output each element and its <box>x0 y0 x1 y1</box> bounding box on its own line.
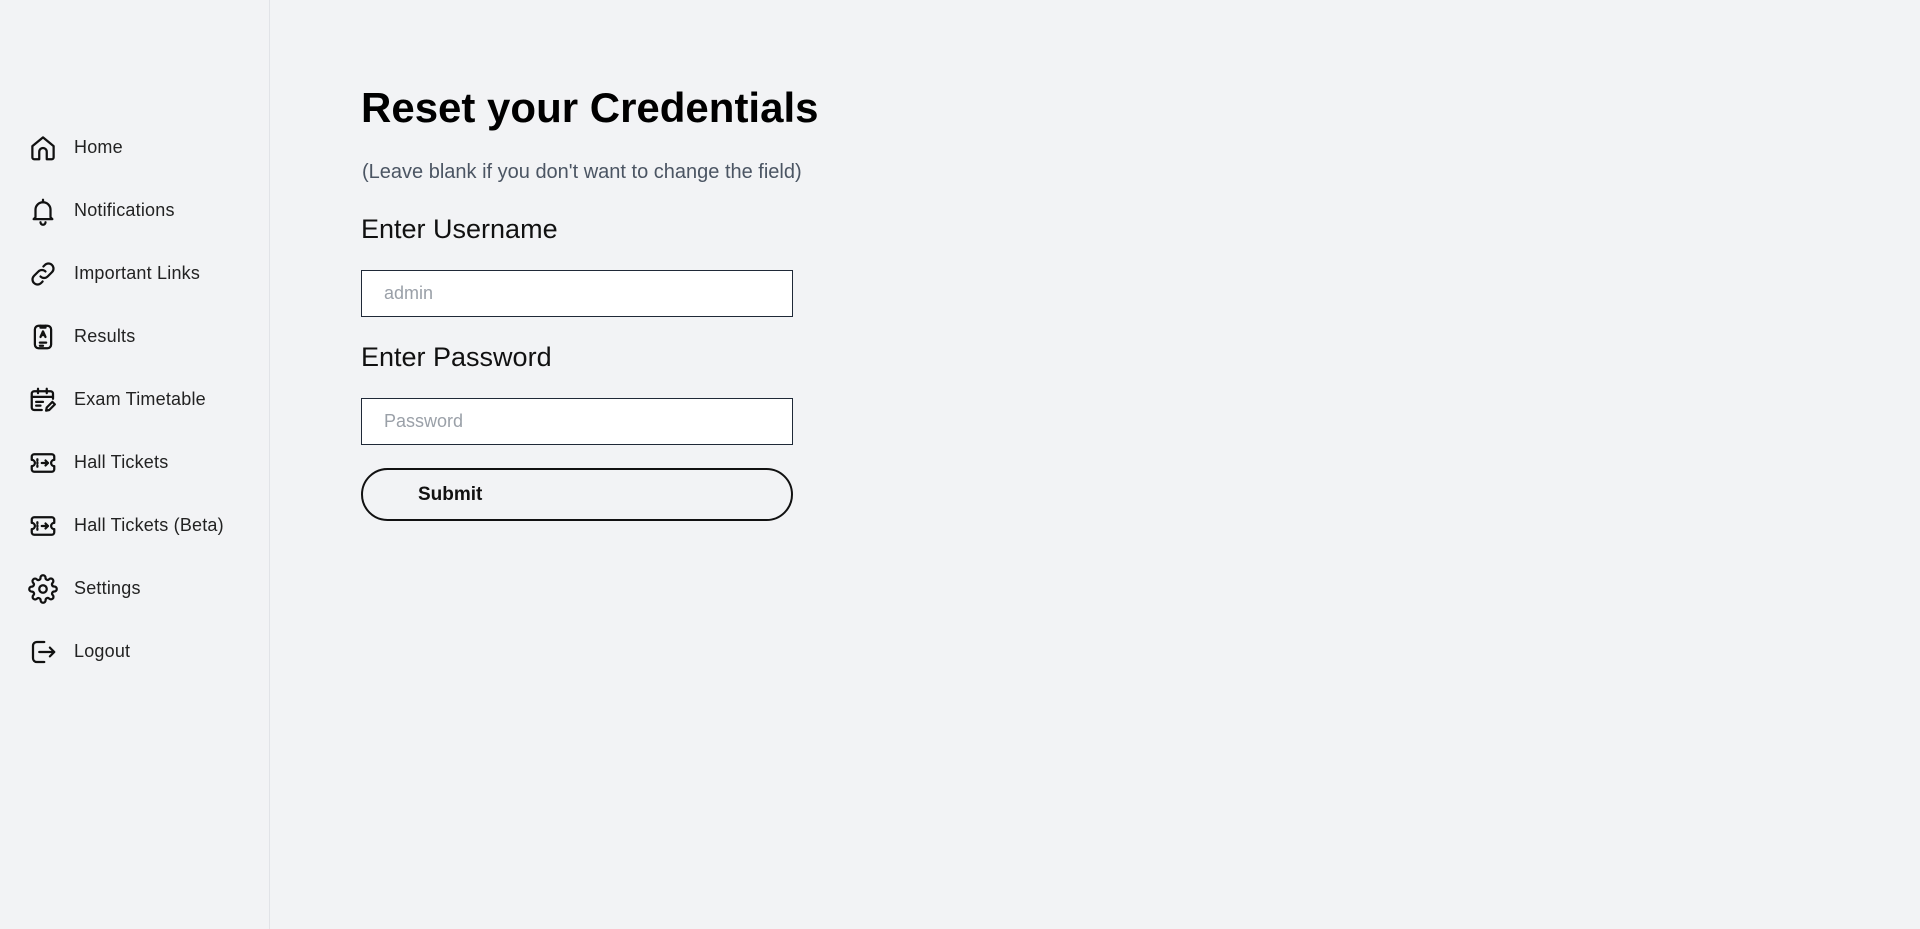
sidebar-item-label: Hall Tickets <box>74 452 169 472</box>
page-title: Reset your Credentials <box>361 84 819 131</box>
sidebar-item-label: Logout <box>74 641 131 661</box>
sidebar-item-important-links[interactable]: Important Links <box>0 242 269 305</box>
ticket-icon <box>28 511 58 541</box>
sidebar-item-label: Important Links <box>74 263 201 283</box>
bell-icon <box>28 196 58 226</box>
sidebar-item-settings[interactable]: Settings <box>0 557 269 620</box>
home-icon <box>28 133 58 163</box>
sidebar-item-label: Home <box>74 137 123 157</box>
sidebar-item-exam-timetable[interactable]: Exam Timetable <box>0 368 269 431</box>
page-subtitle: (Leave blank if you don't want to change… <box>362 161 802 183</box>
gear-icon <box>28 573 58 604</box>
sidebar-item-label: Results <box>74 326 136 346</box>
logout-icon <box>28 637 58 667</box>
calendar-edit-icon <box>28 385 58 415</box>
ticket-icon <box>28 448 58 478</box>
sidebar-item-notifications[interactable]: Notifications <box>0 179 269 242</box>
sidebar-item-hall-tickets[interactable]: Hall Tickets <box>0 431 269 494</box>
sidebar-item-label: Exam Timetable <box>74 389 206 409</box>
sidebar-item-label: Notifications <box>74 200 175 220</box>
username-input[interactable] <box>361 270 793 317</box>
link-icon <box>28 259 58 289</box>
app: Home Notifications Important Links Resul… <box>0 0 1920 929</box>
sidebar-item-hall-tickets-beta[interactable]: Hall Tickets (Beta) <box>0 494 269 557</box>
sidebar-item-logout[interactable]: Logout <box>0 620 269 683</box>
sidebar-nav: Home Notifications Important Links Resul… <box>0 116 269 683</box>
sidebar-item-label: Hall Tickets (Beta) <box>74 515 224 535</box>
result-document-icon <box>28 322 58 352</box>
password-label: Enter Password <box>361 342 552 372</box>
submit-button[interactable]: Submit <box>361 468 793 521</box>
sidebar-item-results[interactable]: Results <box>0 305 269 368</box>
sidebar-item-home[interactable]: Home <box>0 116 269 179</box>
sidebar-item-label: Settings <box>74 578 141 598</box>
sidebar: Home Notifications Important Links Resul… <box>0 0 270 929</box>
password-input[interactable] <box>361 398 793 445</box>
username-label: Enter Username <box>361 214 558 244</box>
